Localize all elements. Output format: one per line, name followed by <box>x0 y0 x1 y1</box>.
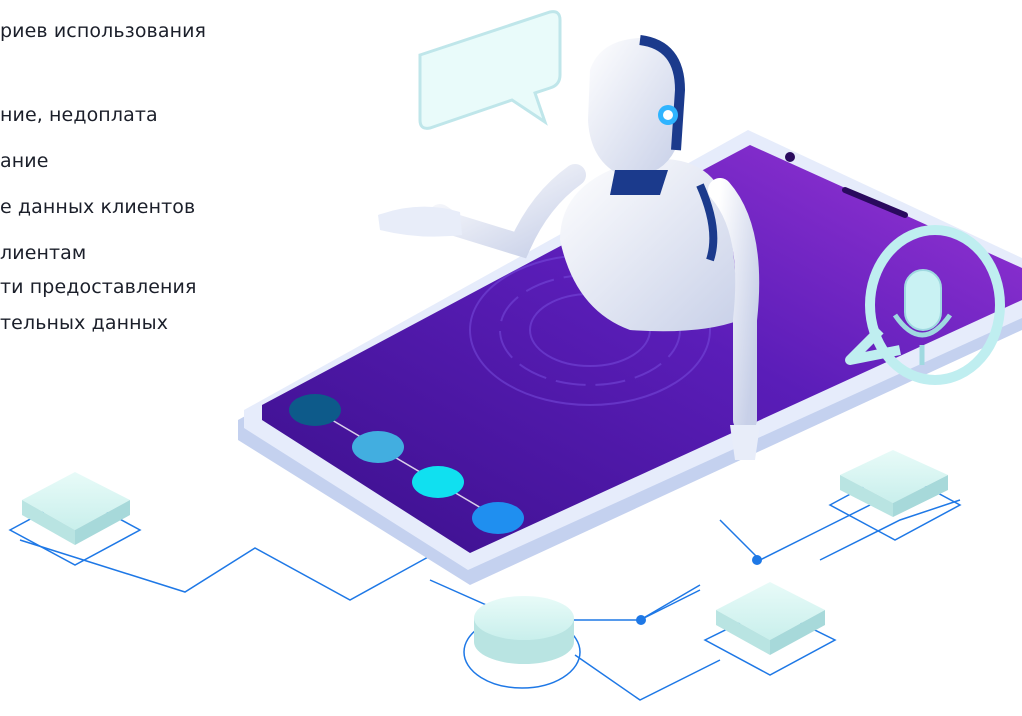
step-dot-4 <box>472 502 524 534</box>
network-node <box>752 555 762 565</box>
phone-camera <box>785 152 795 162</box>
ai-assistant-illustration <box>8 10 1022 701</box>
tile-bottom-right <box>703 582 837 676</box>
step-dot-3 <box>412 466 464 498</box>
tile-left <box>8 472 142 566</box>
step-dot-1 <box>289 394 341 426</box>
step-dot-2 <box>352 431 404 463</box>
speech-bubble-icon <box>418 10 562 130</box>
tile-right <box>828 450 962 541</box>
network-node <box>636 615 646 625</box>
tile-bottom-cylinder <box>463 596 581 689</box>
